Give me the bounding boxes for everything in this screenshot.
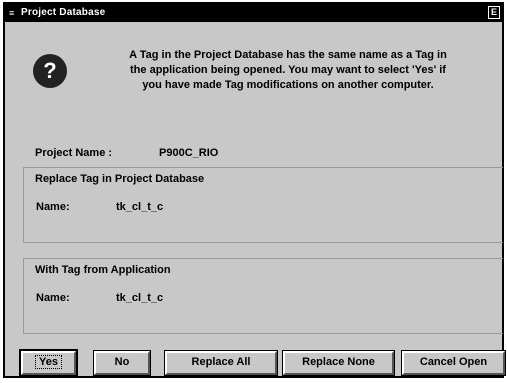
project-database-dialog: ≡ Project Database E ? A Tag in the Proj… <box>3 2 506 378</box>
title-bar[interactable]: ≡ Project Database E <box>5 4 502 22</box>
replace-all-button[interactable]: Replace All <box>164 350 278 376</box>
close-button[interactable]: E <box>488 6 500 19</box>
with-tag-name-value: tk_cl_t_c <box>116 292 164 304</box>
no-button[interactable]: No <box>93 350 151 376</box>
yes-button[interactable]: Yes <box>19 349 78 377</box>
with-tag-group-title: With Tag from Application <box>35 264 171 276</box>
project-name-label: Project Name : <box>35 147 113 159</box>
window-title: Project Database <box>21 7 106 18</box>
yes-button-label: Yes <box>35 355 62 369</box>
message-line-2: the application being opened. You may wa… <box>130 64 446 76</box>
replace-none-button[interactable]: Replace None <box>282 350 395 376</box>
dialog-message: A Tag in the Project Database has the sa… <box>83 48 493 93</box>
cancel-open-button[interactable]: Cancel Open <box>401 350 506 376</box>
replace-tag-name-label: Name: <box>36 201 70 213</box>
message-line-1: A Tag in the Project Database has the sa… <box>129 49 447 61</box>
message-line-3: you have made Tag modifications on anoth… <box>142 79 434 91</box>
question-icon: ? <box>33 54 67 88</box>
replace-tag-name-value: tk_cl_t_c <box>116 201 164 213</box>
replace-tag-group: Replace Tag in Project Database Name: tk… <box>23 167 503 243</box>
system-menu-icon[interactable]: ≡ <box>9 8 14 18</box>
project-name-value: P900C_RIO <box>159 147 219 159</box>
with-tag-name-label: Name: <box>36 292 70 304</box>
replace-tag-group-title: Replace Tag in Project Database <box>35 173 205 185</box>
with-tag-group: With Tag from Application Name: tk_cl_t_… <box>23 258 503 334</box>
